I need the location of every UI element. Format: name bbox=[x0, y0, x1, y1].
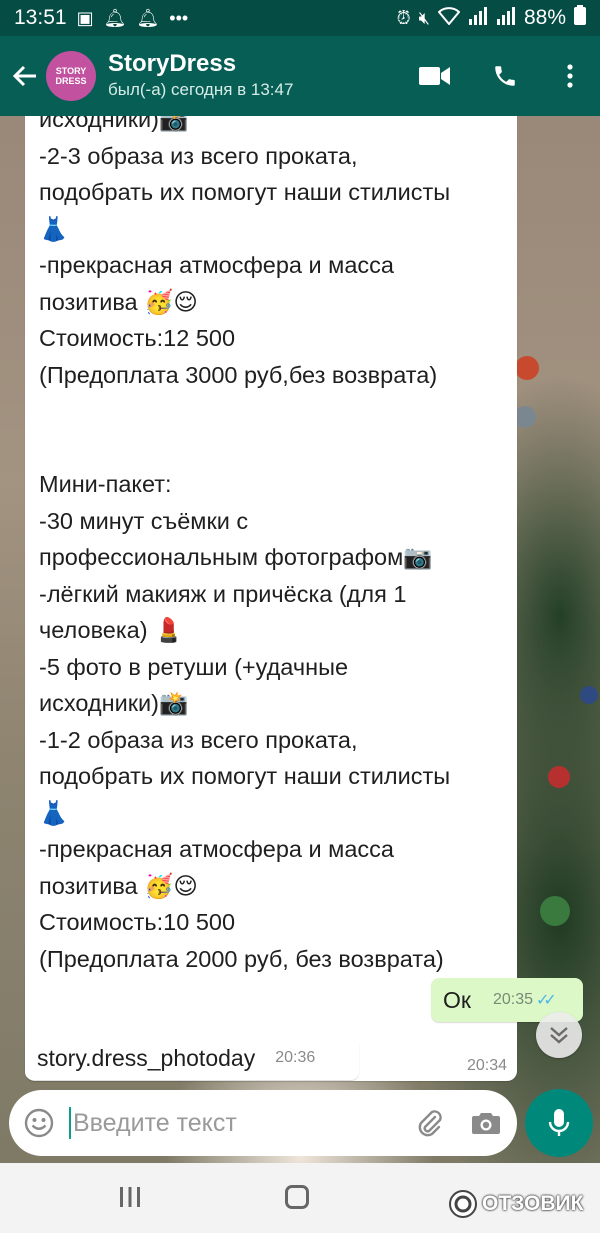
battery-icon bbox=[574, 5, 586, 31]
message-line: (Предоплата 3000 руб,без возврата) bbox=[39, 361, 438, 388]
phone-icon bbox=[495, 66, 515, 86]
last-seen-status: был(-а) сегодня в 13:47 bbox=[108, 80, 294, 99]
bell-notification-icon-2: 🔔︎ bbox=[136, 7, 160, 28]
message-composer: Введите текст bbox=[9, 1090, 517, 1156]
message-line: -лёгкий макияж и причёска (для 1 bbox=[39, 580, 407, 607]
emoji-button[interactable] bbox=[9, 1090, 69, 1156]
recents-icon bbox=[120, 1187, 140, 1207]
message-line: профессиональным фотографом📷 bbox=[39, 544, 433, 570]
signal-icon-2 bbox=[496, 6, 516, 30]
message-line: -5 фото в ретуши (+удачные bbox=[39, 653, 349, 680]
battery-percent: 88% bbox=[523, 6, 566, 29]
avatar[interactable]: STORY DRESS bbox=[46, 51, 96, 101]
contact-name: StoryDress bbox=[108, 50, 237, 77]
message-line: человека) 💄 bbox=[39, 617, 184, 643]
system-navigation-bar: ОТЗОВИК bbox=[0, 1163, 600, 1233]
more-notifications-icon: ••• bbox=[169, 7, 189, 28]
message-line: -30 минут съёмки с bbox=[39, 507, 249, 534]
incoming-message[interactable]: исходники)📸 -2-3 образа из всего проката… bbox=[25, 116, 517, 1081]
voice-message-button[interactable] bbox=[525, 1089, 593, 1157]
voice-call-button[interactable] bbox=[470, 36, 540, 116]
camera-button[interactable] bbox=[455, 1090, 517, 1156]
message-line: -прекрасная атмосфера и масса bbox=[39, 252, 394, 278]
contact-info[interactable]: StoryDress был(-а) сегодня в 13:47 bbox=[108, 50, 293, 102]
message-line: -2-3 образа из всего проката, bbox=[39, 142, 358, 169]
chat-header: STORY DRESS StoryDress был(-а) сегодня в… bbox=[0, 36, 600, 116]
smiley-icon bbox=[24, 1108, 54, 1138]
message-line: 👗 bbox=[39, 799, 69, 826]
attach-button[interactable] bbox=[405, 1090, 455, 1156]
read-receipt-icon: ✓✓ bbox=[536, 992, 557, 1009]
mute-icon: 🔇︎ bbox=[418, 7, 430, 28]
watermark-icon bbox=[449, 1190, 477, 1218]
wifi-icon bbox=[437, 6, 461, 30]
chat-messages[interactable]: исходники)📸 -2-3 образа из всего проката… bbox=[0, 116, 600, 1163]
microphone-icon bbox=[548, 1109, 570, 1136]
incoming-message[interactable]: story.dress_photoday 20:36 bbox=[25, 1036, 359, 1080]
avatar-logo-line2: DRESS bbox=[55, 76, 87, 86]
message-line: исходники)📸 bbox=[39, 116, 189, 132]
status-bar: 13:51 ▣ 🔔︎ 🔔︎ ••• ⏰︎ 🔇︎ 88% bbox=[0, 0, 600, 36]
signal-icon bbox=[468, 6, 488, 30]
watermark-text: ОТЗОВИК bbox=[482, 1192, 584, 1215]
message-line: Мини-пакет: bbox=[39, 471, 172, 497]
chevron-double-down-icon bbox=[550, 1027, 568, 1044]
message-timestamp: 20:35 bbox=[492, 991, 533, 1008]
message-line bbox=[39, 430, 503, 467]
home-button[interactable] bbox=[285, 1185, 309, 1209]
message-line: подобрать их помогут наши стилисты bbox=[39, 179, 451, 205]
message-timestamp: 20:34 bbox=[466, 1057, 507, 1074]
status-time: 13:51 bbox=[14, 6, 67, 29]
message-input[interactable]: Введите текст bbox=[73, 1109, 237, 1138]
message-line: -1-2 образа из всего проката, bbox=[39, 726, 358, 753]
message-line: -прекрасная атмосфера и масса bbox=[39, 836, 394, 862]
paperclip-icon bbox=[418, 1110, 442, 1137]
message-text: исходники)📸 -2-3 образа из всего проката… bbox=[39, 116, 503, 977]
back-button[interactable] bbox=[2, 36, 46, 116]
message-line bbox=[39, 393, 503, 430]
alarm-icon: ⏰︎ bbox=[396, 7, 411, 28]
message-line: подобрать их помогут наши стилисты bbox=[39, 763, 451, 789]
recent-apps-button[interactable] bbox=[118, 1185, 142, 1214]
message-line: 👗 bbox=[39, 215, 69, 242]
message-text: story.dress_photoday bbox=[37, 1044, 256, 1071]
avatar-logo-line1: STORY bbox=[55, 66, 87, 76]
gallery-notification-icon: ▣ bbox=[76, 7, 94, 28]
bell-notification-icon: 🔔︎ bbox=[103, 7, 127, 28]
message-timestamp: 20:36 bbox=[275, 1049, 316, 1066]
message-text: Ок bbox=[443, 986, 471, 1013]
message-line: позитива 🥳😌 bbox=[39, 288, 198, 315]
scroll-to-bottom-button[interactable] bbox=[536, 1012, 582, 1058]
message-line: (Предоплата 2000 руб, без возврата) bbox=[39, 945, 444, 972]
watermark-logo: ОТЗОВИК bbox=[448, 1189, 583, 1219]
camera-icon bbox=[472, 1113, 500, 1134]
message-line: позитива 🥳😌 bbox=[39, 872, 198, 899]
more-options-button[interactable] bbox=[540, 36, 600, 116]
video-call-button[interactable] bbox=[400, 36, 470, 116]
arrow-back-icon bbox=[12, 65, 36, 87]
message-line: исходники)📸 bbox=[39, 690, 189, 716]
video-camera-icon bbox=[419, 67, 450, 85]
message-line: Стоимость:12 500 bbox=[39, 325, 236, 351]
text-cursor bbox=[69, 1107, 71, 1139]
message-line: Стоимость:10 500 bbox=[39, 909, 236, 935]
more-vert-icon bbox=[567, 64, 573, 88]
